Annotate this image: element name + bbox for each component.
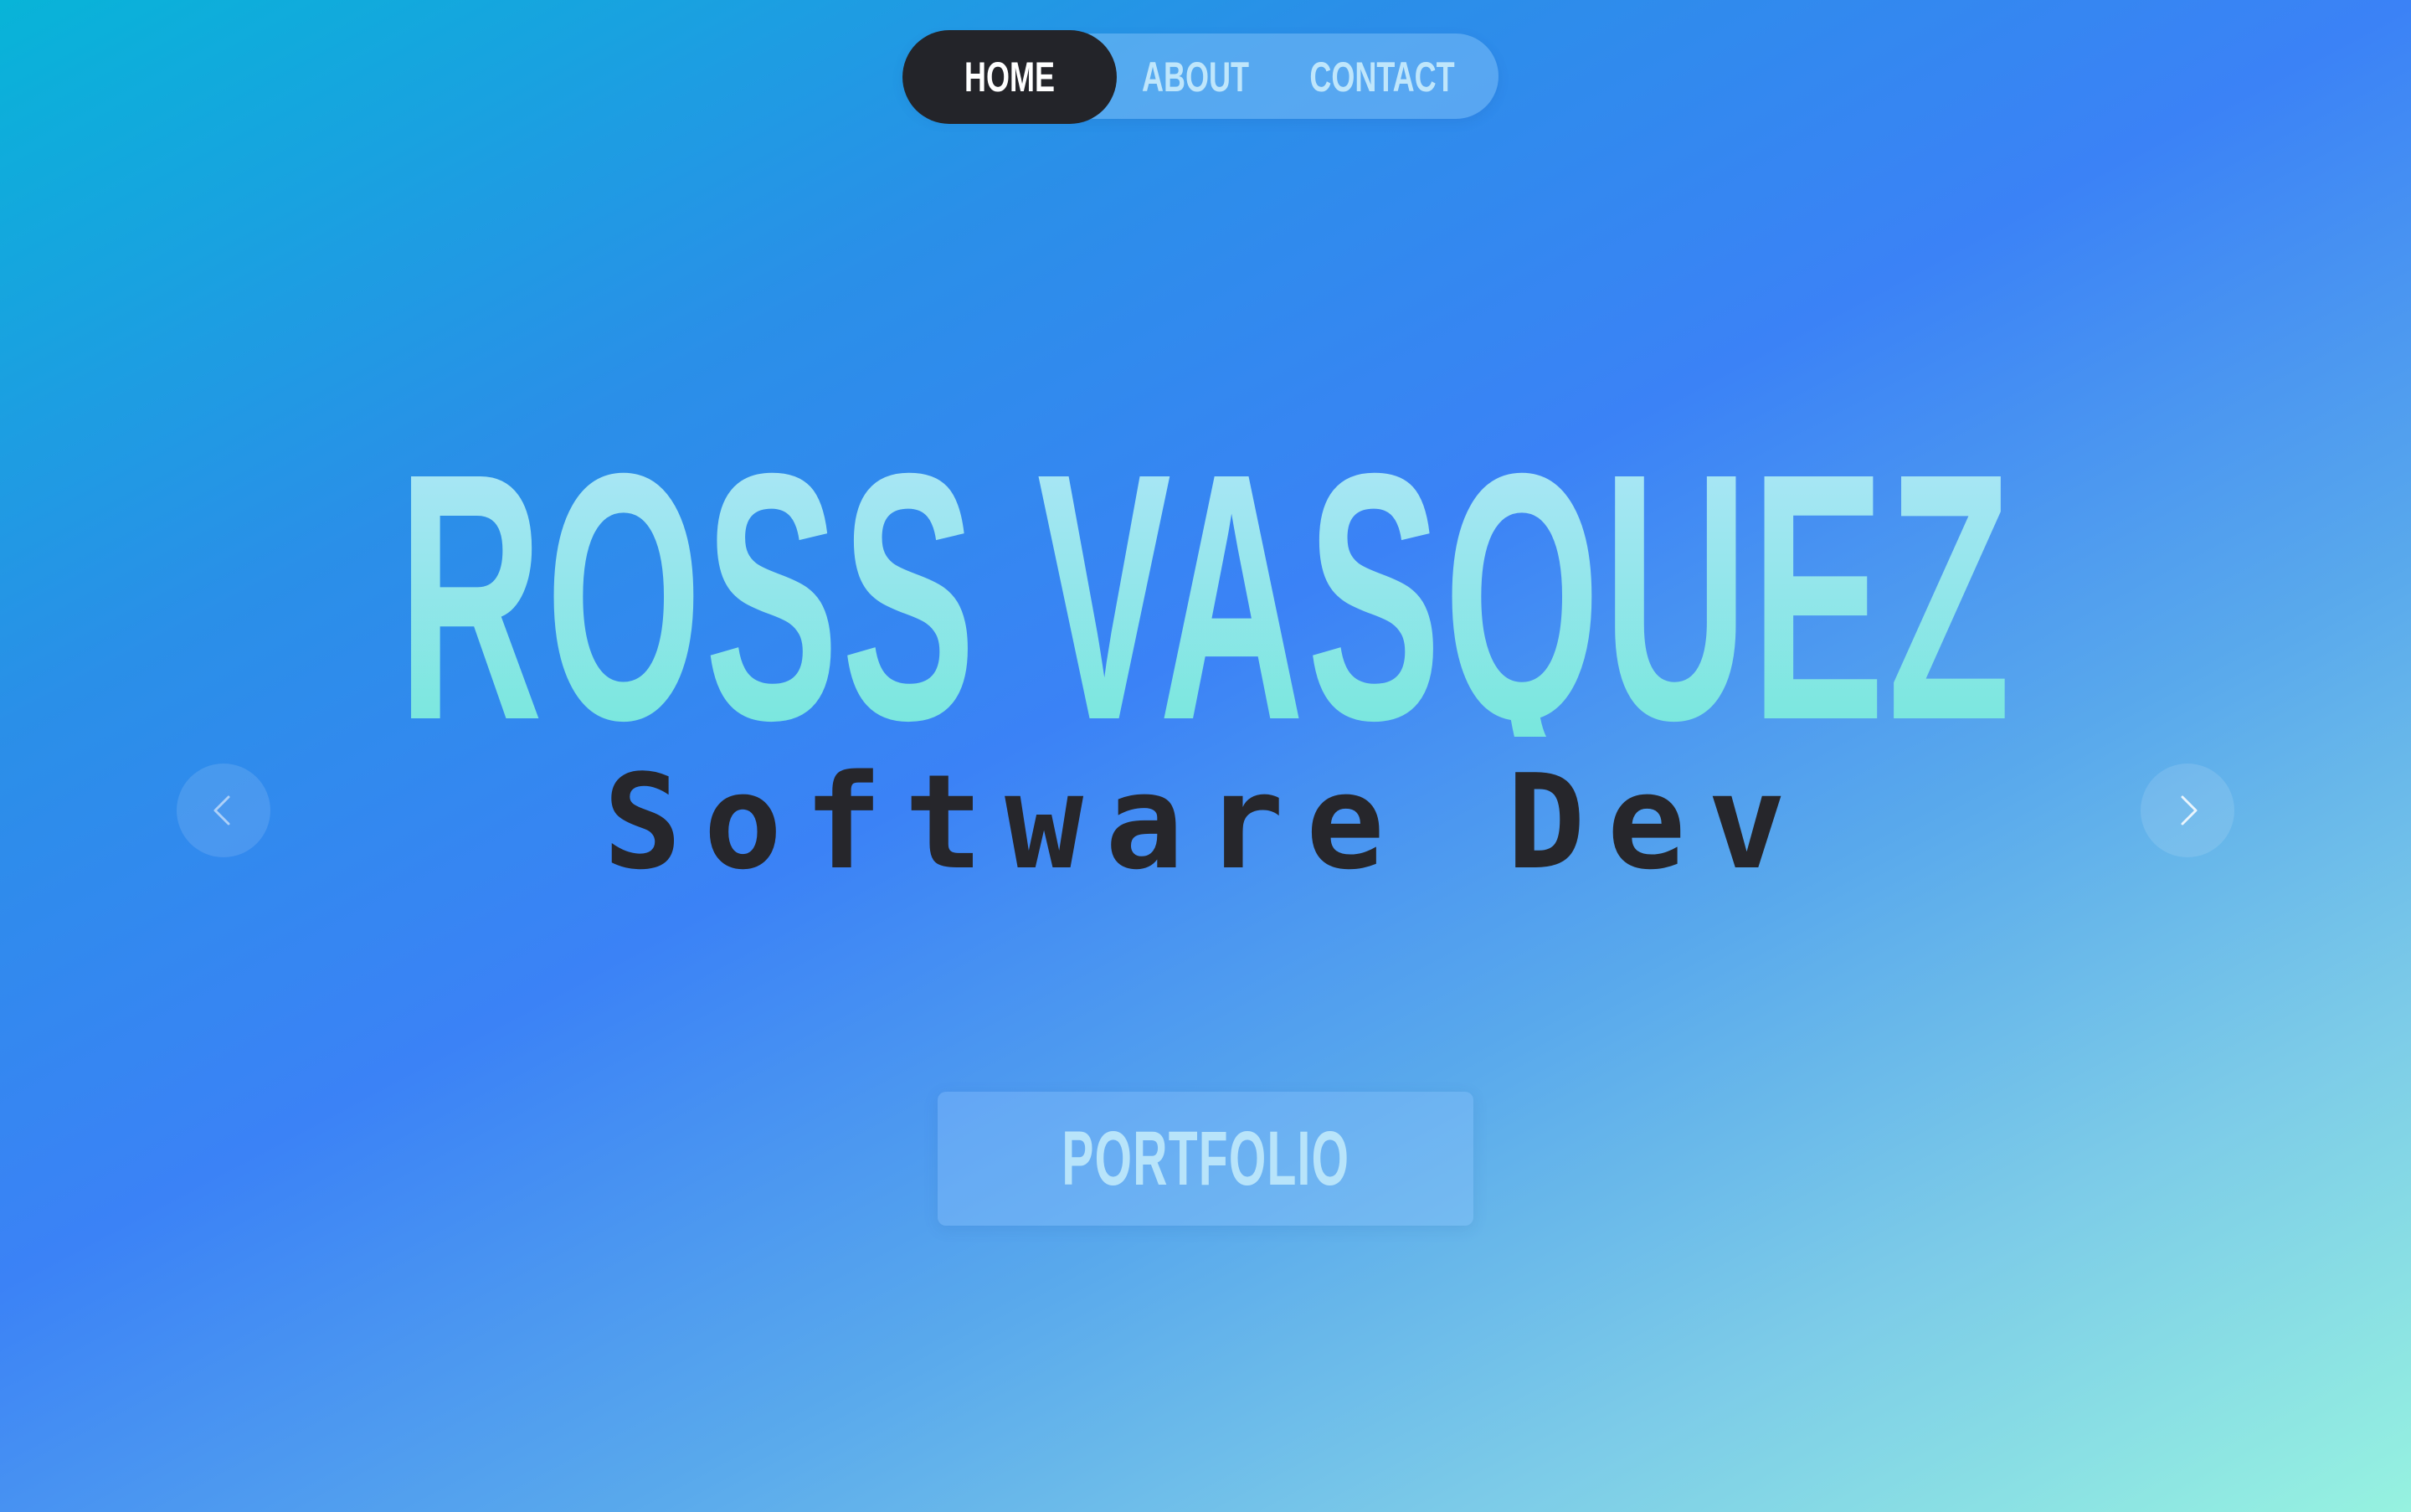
- portfolio-button[interactable]: PORTFOLIO: [938, 1092, 1473, 1226]
- top-nav: HOME ABOUT CONTACT: [902, 30, 1499, 124]
- hero-name-graphic: ROSS VASQUEZ: [398, 435, 2013, 737]
- chevron-right-icon: [2181, 795, 2198, 825]
- carousel-prev-button[interactable]: [177, 764, 270, 857]
- hero-name-text: ROSS VASQUEZ: [398, 435, 2013, 737]
- chevron-left-icon: [213, 795, 230, 825]
- nav-item-contact[interactable]: CONTACT: [1307, 30, 1457, 124]
- nav-item-home-label: HOME: [964, 54, 1055, 100]
- hero-subtitle: Software Dev: [603, 746, 1808, 898]
- nav-item-about[interactable]: ABOUT: [1142, 30, 1249, 124]
- carousel-next-button[interactable]: [2141, 764, 2234, 857]
- nav-item-home[interactable]: HOME: [902, 30, 1117, 124]
- portfolio-button-label: PORTFOLIO: [1062, 1115, 1349, 1201]
- hero-name: ROSS VASQUEZ: [0, 435, 2411, 737]
